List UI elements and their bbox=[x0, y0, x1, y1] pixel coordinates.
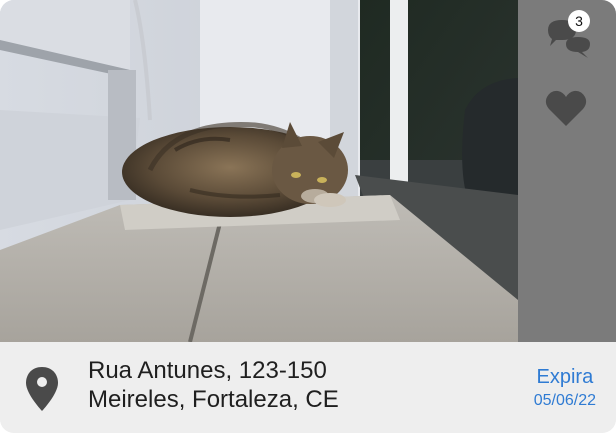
like-button[interactable] bbox=[544, 88, 588, 128]
post-card: 3 Rua Antunes, 123-150 Meireles, Fortale… bbox=[0, 0, 616, 433]
expiry-label: Expira bbox=[536, 366, 594, 388]
heart-icon bbox=[545, 90, 587, 126]
address-street: Rua Antunes, 123-150 bbox=[88, 357, 327, 384]
location-button[interactable] bbox=[24, 366, 60, 412]
post-photo[interactable] bbox=[0, 0, 518, 342]
card-footer: Rua Antunes, 123-150 Meireles, Fortaleza… bbox=[0, 342, 616, 433]
location-pin-icon bbox=[26, 367, 58, 411]
expiry-link[interactable]: Expira 05/06/22 bbox=[534, 364, 596, 412]
action-sidebar: 3 bbox=[518, 0, 616, 342]
expiry-date: 05/06/22 bbox=[533, 392, 596, 409]
chat-count-badge: 3 bbox=[568, 10, 590, 32]
chat-button[interactable]: 3 bbox=[544, 10, 596, 64]
address: Rua Antunes, 123-150 Meireles, Fortaleza… bbox=[88, 356, 339, 414]
address-city: Meireles, Fortaleza, CE bbox=[88, 386, 339, 413]
